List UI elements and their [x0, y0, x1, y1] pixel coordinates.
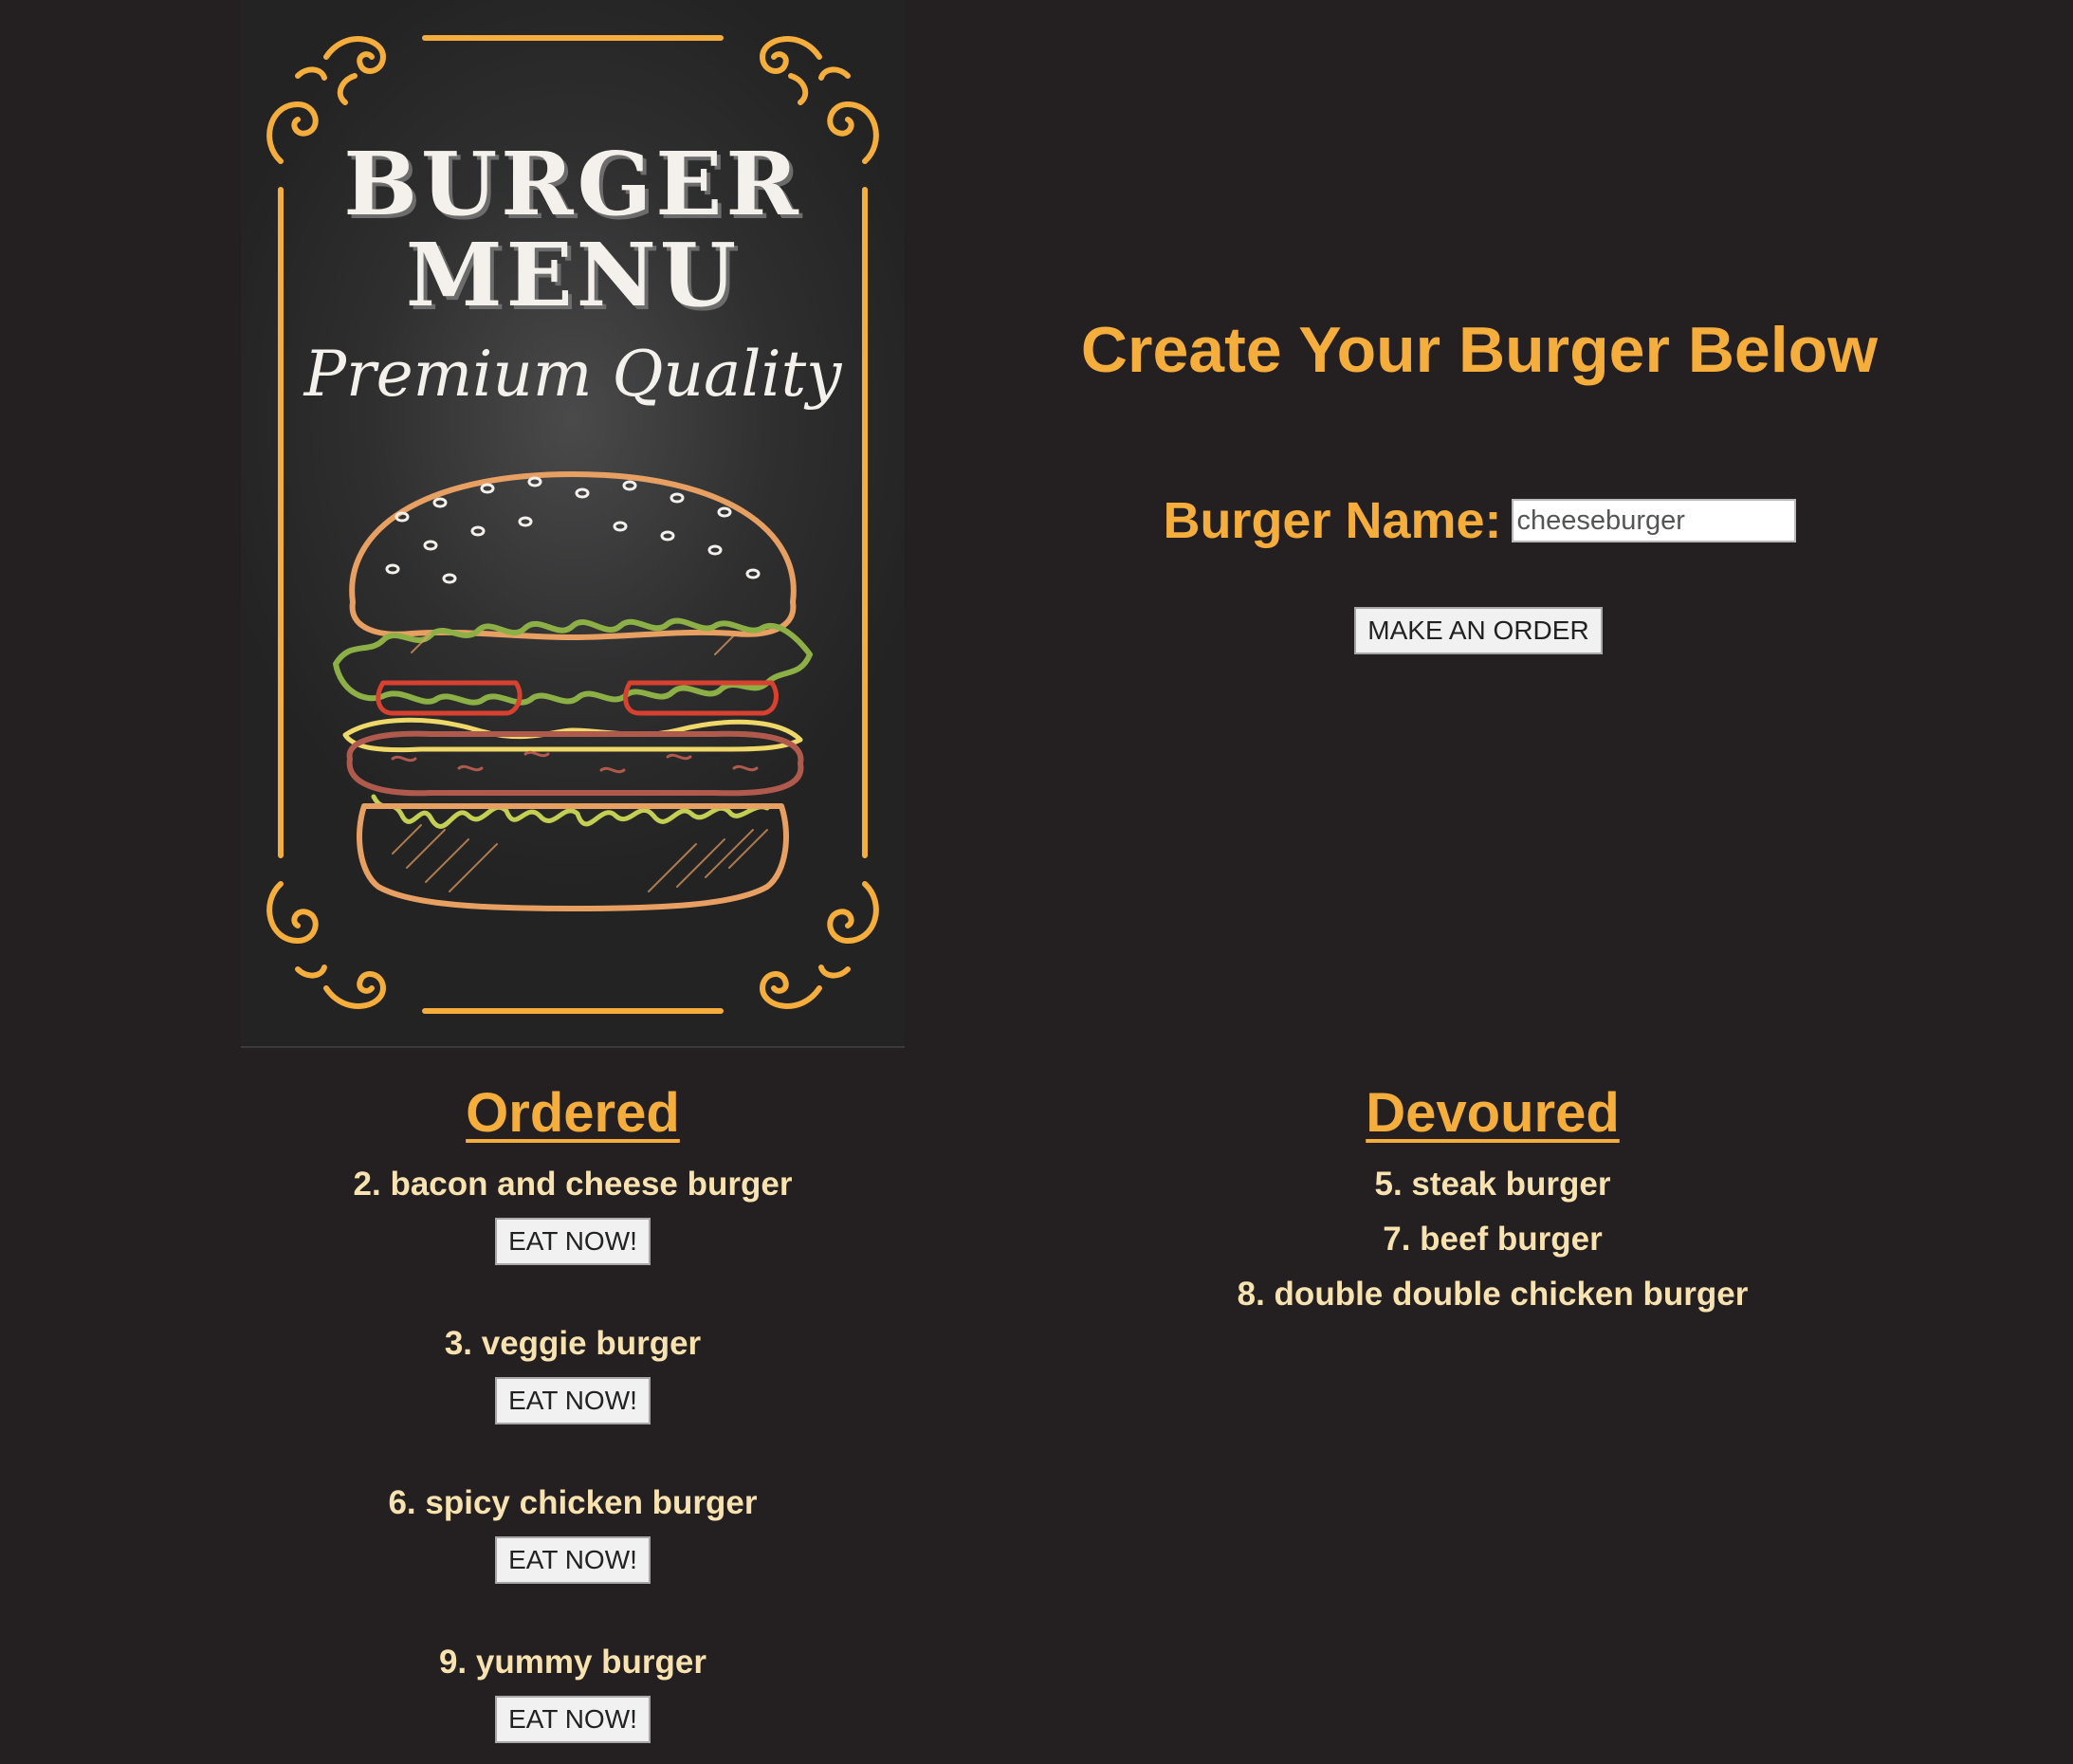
burger-illustration: [333, 471, 813, 911]
ordered-list-item: 9. yummy burger EAT NOW!: [241, 1641, 905, 1764]
poster-title-menu: MENU: [405, 224, 741, 326]
devoured-list: 5. steak burger 7. beef burger 8. double…: [1018, 1163, 1967, 1328]
devoured-list-item: 5. steak burger: [1374, 1166, 1611, 1203]
eat-now-button[interactable]: EAT NOW!: [495, 1218, 651, 1265]
ordered-burger-name: 3. veggie burger: [444, 1325, 702, 1362]
burger-name-label: Burger Name:: [1163, 492, 1502, 549]
ordered-burger-name: 2. bacon and cheese burger: [353, 1166, 793, 1203]
page: BURGER MENU Premium Quality Create Your …: [0, 0, 2073, 1764]
poster-title-burger: BURGER: [343, 133, 802, 235]
poster-subtitle: Premium Quality: [303, 338, 842, 411]
devoured-list-item: 7. beef burger: [1383, 1221, 1603, 1258]
ordered-burger-name: 6. spicy chicken burger: [388, 1484, 758, 1521]
create-burger-heading: Create Your Burger Below: [1080, 314, 1879, 386]
make-an-order-button[interactable]: MAKE AN ORDER: [1354, 607, 1603, 654]
ordered-list-item: 3. veggie burger EAT NOW!: [241, 1322, 905, 1481]
devoured-list-item: 8. double double chicken burger: [1237, 1276, 1749, 1313]
eat-now-button[interactable]: EAT NOW!: [495, 1696, 651, 1743]
burger-name-form-row: Burger Name:: [1005, 491, 1954, 550]
ordered-list-item: 2. bacon and cheese burger EAT NOW!: [241, 1163, 905, 1322]
eat-now-button[interactable]: EAT NOW!: [495, 1377, 651, 1424]
ordered-list: 2. bacon and cheese burger EAT NOW! 3. v…: [241, 1163, 905, 1764]
ordered-list-item: 6. spicy chicken burger EAT NOW!: [241, 1481, 905, 1641]
eat-now-button[interactable]: EAT NOW!: [495, 1536, 651, 1584]
burger-menu-poster: BURGER MENU Premium Quality: [241, 0, 905, 1048]
ordered-burger-name: 9. yummy burger: [438, 1644, 707, 1681]
ordered-heading: Ordered: [466, 1082, 680, 1144]
devoured-heading: Devoured: [1366, 1082, 1620, 1144]
burger-name-input[interactable]: [1511, 499, 1796, 542]
